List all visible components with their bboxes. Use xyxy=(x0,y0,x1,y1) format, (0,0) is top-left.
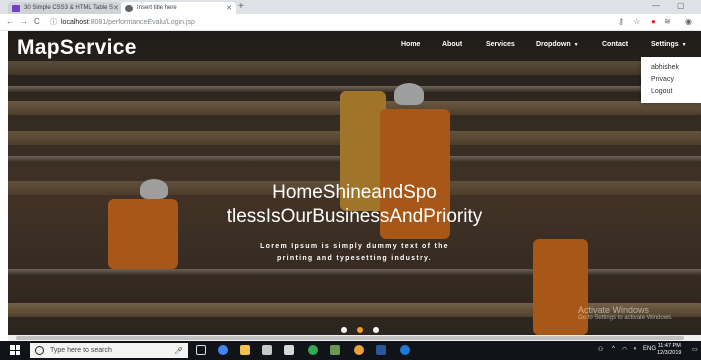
settings-dropdown-menu: abhishek Privacy Logout xyxy=(641,57,701,103)
carousel-indicators xyxy=(341,327,379,333)
activate-windows-watermark: Activate Windows Go to Settings to activ… xyxy=(578,305,673,321)
app-icon[interactable] xyxy=(308,345,318,355)
dropdown-item-logout[interactable]: Logout xyxy=(641,85,701,97)
taskbar-clock[interactable]: 11:47 PM 12/3/2019 xyxy=(657,343,681,357)
profile-icon[interactable]: ◉ xyxy=(685,17,692,26)
app-icon[interactable] xyxy=(354,345,364,355)
edge-icon[interactable] xyxy=(400,345,410,355)
nav-dropdown[interactable]: Dropdown ▼ xyxy=(536,41,579,48)
hero-subtext-line1: Lorem Ipsum is simply dummy text of the xyxy=(260,243,449,250)
chrome-icon[interactable] xyxy=(218,345,228,355)
hero-carousel: MapService Home About Services Dropdown ▼… xyxy=(8,31,701,335)
dropdown-item-username[interactable]: abhishek xyxy=(641,61,701,73)
minimize-icon[interactable]: — xyxy=(652,1,660,10)
dropdown-item-privacy[interactable]: Privacy xyxy=(641,73,701,85)
watermark-title: Activate Windows xyxy=(578,305,650,315)
url-host: localhost xyxy=(61,18,89,26)
hero-headline: HomeShineandSpo tlessIsOurBusinessAndPri… xyxy=(8,181,701,229)
forward-icon[interactable]: → xyxy=(20,17,28,26)
language-indicator[interactable]: ENG xyxy=(643,346,656,352)
back-icon[interactable]: ← xyxy=(6,17,14,26)
new-tab-button[interactable]: + xyxy=(238,1,244,12)
hero-headline-line2: tlessIsOurBusinessAndPriority xyxy=(226,206,483,227)
brand-logo[interactable]: MapService xyxy=(17,36,137,60)
nav-home[interactable]: Home xyxy=(401,41,420,48)
scrollbar-thumb[interactable] xyxy=(16,336,684,340)
people-icon[interactable]: ⚇ xyxy=(598,346,603,353)
clock-time: 11:47 PM xyxy=(657,343,681,349)
nav-dropdown-label: Dropdown xyxy=(536,41,571,48)
clock-date: 12/3/2019 xyxy=(657,350,682,356)
tab-insert-title[interactable]: Insert title here ✕ xyxy=(121,2,236,14)
windows-taskbar: Type here to search 🎤︎ ⚇ ^ ◠ ◖ ENG 11:47… xyxy=(0,341,701,360)
reload-icon[interactable]: C xyxy=(34,17,40,26)
task-view-icon[interactable] xyxy=(196,345,206,355)
extension-icon[interactable]: ≋ xyxy=(664,17,671,26)
search-placeholder: Type here to search xyxy=(50,347,112,354)
nav-contact[interactable]: Contact xyxy=(602,41,628,48)
carousel-dot-active[interactable] xyxy=(357,327,363,333)
close-icon[interactable]: ✕ xyxy=(113,4,119,12)
notification-icon[interactable]: ▭ xyxy=(692,346,698,353)
nav-settings-label: Settings xyxy=(651,41,679,48)
info-icon[interactable]: ⓘ xyxy=(50,17,57,27)
hero-headline-line1: HomeShineandSpo xyxy=(272,182,437,203)
nav-about[interactable]: About xyxy=(442,41,462,48)
store-icon[interactable] xyxy=(284,345,294,355)
word-icon[interactable] xyxy=(376,345,386,355)
hero-subtext: Lorem Ipsum is simply dummy text of the … xyxy=(8,241,701,265)
carousel-dot[interactable] xyxy=(373,327,379,333)
url-field[interactable]: ⓘ localhost:8081/performanceEvalu/Login.… xyxy=(50,16,610,28)
tab-table-styles[interactable]: 30 Simple CSS3 & HTML Table S ✕ xyxy=(8,2,121,14)
tab-title: 30 Simple CSS3 & HTML Table S xyxy=(24,5,114,11)
mail-icon[interactable] xyxy=(262,345,272,355)
volume-icon[interactable]: ◖ xyxy=(633,346,637,352)
url-path: :8081/performanceEvalu/Login.jsp xyxy=(88,18,195,26)
nav-services[interactable]: Services xyxy=(486,41,515,48)
watermark-subtitle: Go to Settings to activate Windows. xyxy=(578,315,673,321)
browser-tab-bar: 30 Simple CSS3 & HTML Table S ✕ Insert t… xyxy=(0,0,701,14)
microphone-icon[interactable]: 🎤︎ xyxy=(174,347,183,355)
caret-down-icon: ▼ xyxy=(681,42,687,48)
key-icon[interactable]: ⚷ xyxy=(618,17,624,26)
hero-subtext-line2: printing and typesetting industry. xyxy=(277,255,432,262)
star-icon[interactable]: ☆ xyxy=(633,17,640,26)
close-icon[interactable]: ✕ xyxy=(226,4,232,12)
tab-title: Insert title here xyxy=(137,5,177,11)
maximize-icon[interactable]: ▢ xyxy=(677,1,685,10)
network-icon[interactable]: ◠ xyxy=(622,346,627,353)
taskbar-search-input[interactable]: Type here to search 🎤︎ xyxy=(30,343,188,358)
globe-icon xyxy=(125,4,133,12)
cortana-icon xyxy=(35,346,44,355)
app-icon[interactable] xyxy=(330,345,340,355)
nav-settings[interactable]: Settings ▼ xyxy=(651,41,687,48)
file-explorer-icon[interactable] xyxy=(240,345,250,355)
caret-down-icon: ▼ xyxy=(573,42,579,48)
windows-start-icon[interactable] xyxy=(10,345,20,355)
chevron-up-icon[interactable]: ^ xyxy=(612,346,615,352)
carousel-dot[interactable] xyxy=(341,327,347,333)
address-bar-row: ← → C ⓘ localhost:8081/performanceEvalu/… xyxy=(0,14,701,31)
extension-icon[interactable]: ● xyxy=(651,17,656,26)
tab-favicon-icon xyxy=(12,4,20,12)
